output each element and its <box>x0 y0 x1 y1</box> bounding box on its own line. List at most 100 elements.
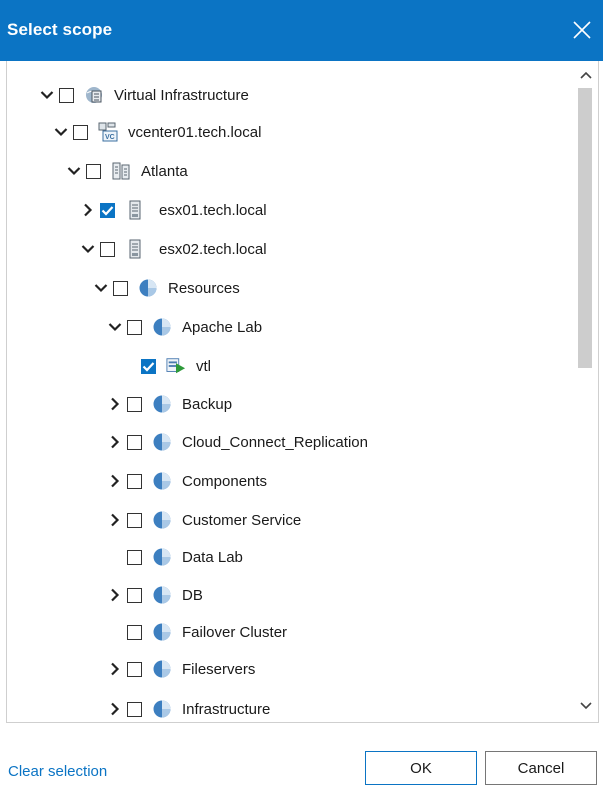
checkmark-icon <box>142 361 155 372</box>
chevron-right-icon[interactable] <box>107 512 123 528</box>
resource-pool-icon <box>152 471 172 491</box>
checkbox[interactable] <box>127 624 142 640</box>
scroll-down-button[interactable] <box>573 696 598 716</box>
tree-node-label: Cloud_Connect_Replication <box>182 433 368 451</box>
tree-node[interactable]: Cloud_Connect_Replication <box>107 428 368 456</box>
checkbox[interactable] <box>73 124 88 140</box>
chevron-right-icon[interactable] <box>107 587 123 603</box>
checkbox[interactable] <box>100 202 115 218</box>
tree-node-label: Backup <box>182 395 233 413</box>
tree-node[interactable]: Data Lab <box>107 543 243 571</box>
chevron-right-icon[interactable] <box>107 701 123 717</box>
tree-node-label: Infrastructure <box>182 700 271 718</box>
checkbox[interactable] <box>127 396 142 412</box>
checkbox[interactable] <box>113 280 128 296</box>
datacenter-icon <box>111 161 131 181</box>
checkbox[interactable] <box>100 241 115 257</box>
tree-node-label: esx02.tech.local <box>159 240 267 258</box>
scope-tree-panel: Virtual Infrastructure VC vcenter01.tech… <box>6 61 599 723</box>
chevron-down-icon <box>579 702 592 710</box>
resource-pool-icon <box>152 547 172 567</box>
close-icon <box>573 21 591 39</box>
tree-node[interactable]: Fileservers <box>107 655 255 683</box>
checkbox[interactable] <box>127 434 142 450</box>
tree-node-label: Resources <box>168 279 240 297</box>
tree-node[interactable]: Apache Lab <box>107 313 262 341</box>
tree-node[interactable]: Failover Cluster <box>107 618 287 646</box>
chevron-right-icon[interactable] <box>80 202 96 218</box>
tree-node[interactable]: esx02.tech.local <box>80 235 267 263</box>
title-bar: Select scope <box>0 0 603 61</box>
checkmark-icon <box>101 205 114 216</box>
tree-node-label: Fileservers <box>182 660 256 678</box>
scope-tree: Virtual Infrastructure VC vcenter01.tech… <box>7 61 573 722</box>
tree-node-label: Failover Cluster <box>182 623 288 641</box>
checkbox[interactable] <box>86 163 101 179</box>
resource-pool-icon <box>152 510 172 530</box>
resource-pool-icon <box>152 585 172 605</box>
chevron-down-icon[interactable] <box>66 163 82 179</box>
host-icon <box>125 239 145 259</box>
resource-pool-icon <box>152 659 172 679</box>
tree-node-label: DB <box>182 586 203 604</box>
checkbox[interactable] <box>127 512 142 528</box>
tree-node[interactable]: DB <box>107 581 203 609</box>
tree-node-label: Data Lab <box>182 548 243 566</box>
resource-pool-icon <box>152 699 172 719</box>
cancel-button[interactable]: Cancel <box>485 751 597 785</box>
chevron-right-icon[interactable] <box>107 396 123 412</box>
chevron-right-icon[interactable] <box>107 473 123 489</box>
scroll-up-button[interactable] <box>573 65 598 85</box>
tree-node-label: vtl <box>196 357 211 375</box>
checkbox[interactable] <box>127 549 142 565</box>
vcenter-icon: VC <box>98 122 118 142</box>
tree-node[interactable]: Virtual Infrastructure <box>39 81 249 109</box>
svg-text:VC: VC <box>105 134 115 141</box>
tree-node-label: Virtual Infrastructure <box>114 86 249 104</box>
tree-node-label: esx01.tech.local <box>159 201 267 219</box>
tree-node[interactable]: VC vcenter01.tech.local <box>53 118 261 146</box>
chevron-down-icon[interactable] <box>93 280 109 296</box>
chevron-right-icon[interactable] <box>107 661 123 677</box>
tree-node-label: Apache Lab <box>182 318 263 336</box>
checkbox[interactable] <box>127 587 142 603</box>
ok-button[interactable]: OK <box>365 751 477 785</box>
virtual-infrastructure-icon <box>84 85 104 105</box>
close-button[interactable] <box>569 17 595 43</box>
tree-node[interactable]: Backup <box>107 390 232 418</box>
chevron-right-icon[interactable] <box>107 434 123 450</box>
clear-selection-link[interactable]: Clear selection <box>8 763 107 780</box>
checkbox[interactable] <box>127 319 142 335</box>
tree-node[interactable]: Components <box>107 467 267 495</box>
tree-node[interactable]: Atlanta <box>66 157 188 185</box>
resource-pool-icon <box>152 622 172 642</box>
chevron-down-icon[interactable] <box>53 124 69 140</box>
tree-node-label: Customer Service <box>182 511 302 529</box>
dialog-footer: Clear selection OK Cancel <box>0 723 603 805</box>
checkbox[interactable] <box>127 701 142 717</box>
scroll-thumb[interactable] <box>578 88 592 368</box>
checkbox[interactable] <box>59 87 74 103</box>
resource-pool-icon <box>152 432 172 452</box>
checkbox[interactable] <box>141 358 156 374</box>
vm-icon <box>166 356 186 376</box>
vertical-scrollbar[interactable] <box>573 61 598 722</box>
tree-node[interactable]: Infrastructure <box>107 695 271 722</box>
checkbox[interactable] <box>127 661 142 677</box>
resource-pool-icon <box>152 317 172 337</box>
tree-node[interactable]: esx01.tech.local <box>80 196 267 224</box>
chevron-up-icon <box>579 71 592 79</box>
chevron-down-icon[interactable] <box>107 319 123 335</box>
resource-pool-icon <box>152 394 172 414</box>
resource-pool-icon <box>138 278 158 298</box>
chevron-down-icon[interactable] <box>39 87 55 103</box>
chevron-down-icon[interactable] <box>80 241 96 257</box>
dialog-title: Select scope <box>7 20 113 39</box>
tree-node[interactable]: vtl <box>121 352 211 380</box>
tree-node[interactable]: Resources <box>93 274 240 302</box>
tree-node-label: Components <box>182 472 268 490</box>
checkbox[interactable] <box>127 473 142 489</box>
tree-node[interactable]: Customer Service <box>107 506 301 534</box>
tree-node-label: Atlanta <box>141 162 188 180</box>
tree-node-label: vcenter01.tech.local <box>128 123 262 141</box>
